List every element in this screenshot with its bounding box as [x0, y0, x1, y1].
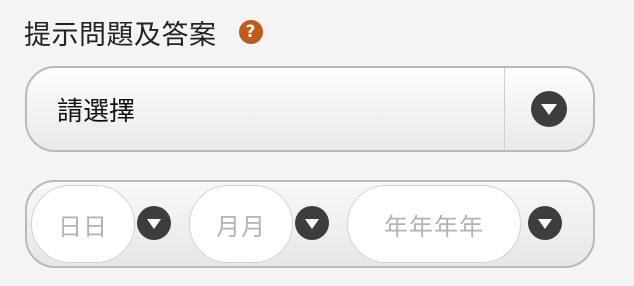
security-question-form: 提示問題及答案 ? 請選擇 日日 月月 年年年年	[0, 0, 634, 286]
security-question-dropdown-toggle[interactable]	[504, 68, 593, 150]
title-row: 提示問題及答案 ?	[24, 10, 263, 54]
security-question-value: 請選擇	[57, 96, 136, 127]
help-icon[interactable]: ?	[238, 20, 263, 44]
security-question-select[interactable]: 請選擇	[25, 66, 595, 152]
chevron-down-icon[interactable]	[295, 206, 329, 240]
chevron-down-icon[interactable]	[528, 206, 562, 240]
day-select[interactable]: 日日	[31, 185, 135, 263]
birth-date-group: 日日 月月 年年年年	[25, 180, 595, 268]
year-select[interactable]: 年年年年	[347, 185, 521, 263]
chevron-down-icon[interactable]	[137, 206, 171, 240]
month-select[interactable]: 月月	[189, 185, 293, 263]
chevron-down-icon	[531, 91, 567, 127]
section-title: 提示問題及答案	[24, 19, 217, 51]
